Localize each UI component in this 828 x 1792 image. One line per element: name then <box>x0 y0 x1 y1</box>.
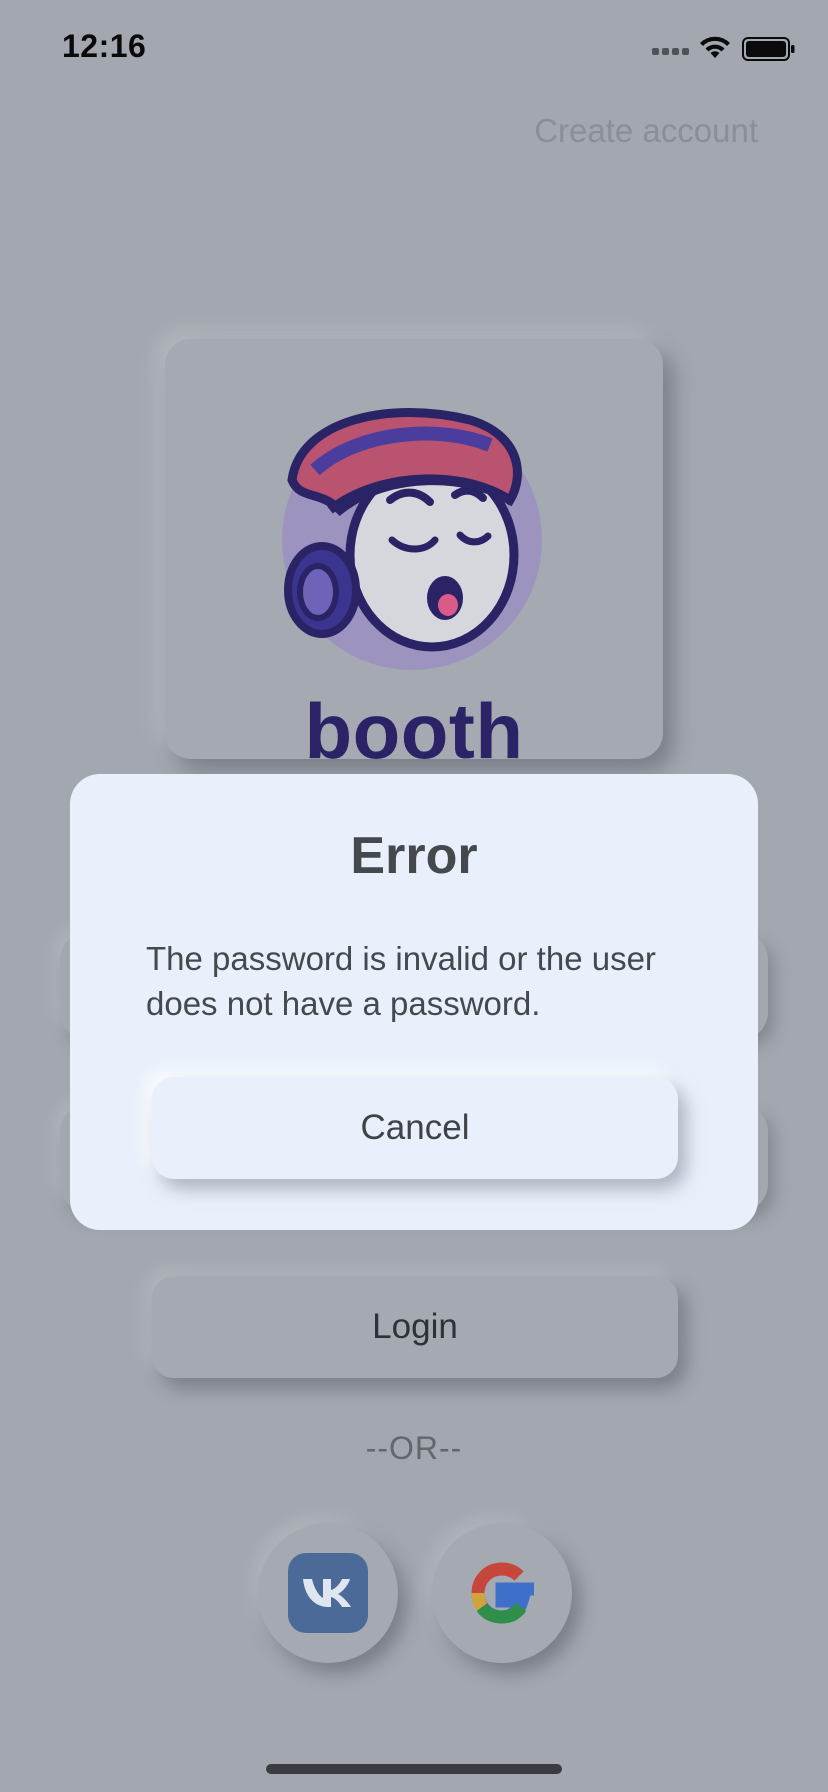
create-account-link[interactable]: Create account <box>534 112 758 150</box>
cellular-signal-icon <box>652 48 689 55</box>
google-login-button[interactable] <box>432 1523 572 1663</box>
brand-name: booth <box>304 687 524 775</box>
google-icon <box>471 1562 534 1624</box>
home-indicator[interactable] <box>266 1764 562 1774</box>
dialog-title: Error <box>350 827 478 885</box>
dialog-message: The password is invalid or the user does… <box>146 940 656 1022</box>
battery-icon <box>742 37 795 61</box>
cancel-button[interactable]: Cancel <box>152 1077 678 1179</box>
vk-icon <box>288 1553 368 1633</box>
login-button[interactable]: Login <box>152 1276 678 1378</box>
or-separator: --OR-- <box>365 1430 463 1466</box>
booth-mascot-logo <box>282 408 542 670</box>
wifi-icon <box>700 36 730 58</box>
vk-login-button[interactable] <box>258 1523 398 1663</box>
status-time: 12:16 <box>62 28 147 64</box>
